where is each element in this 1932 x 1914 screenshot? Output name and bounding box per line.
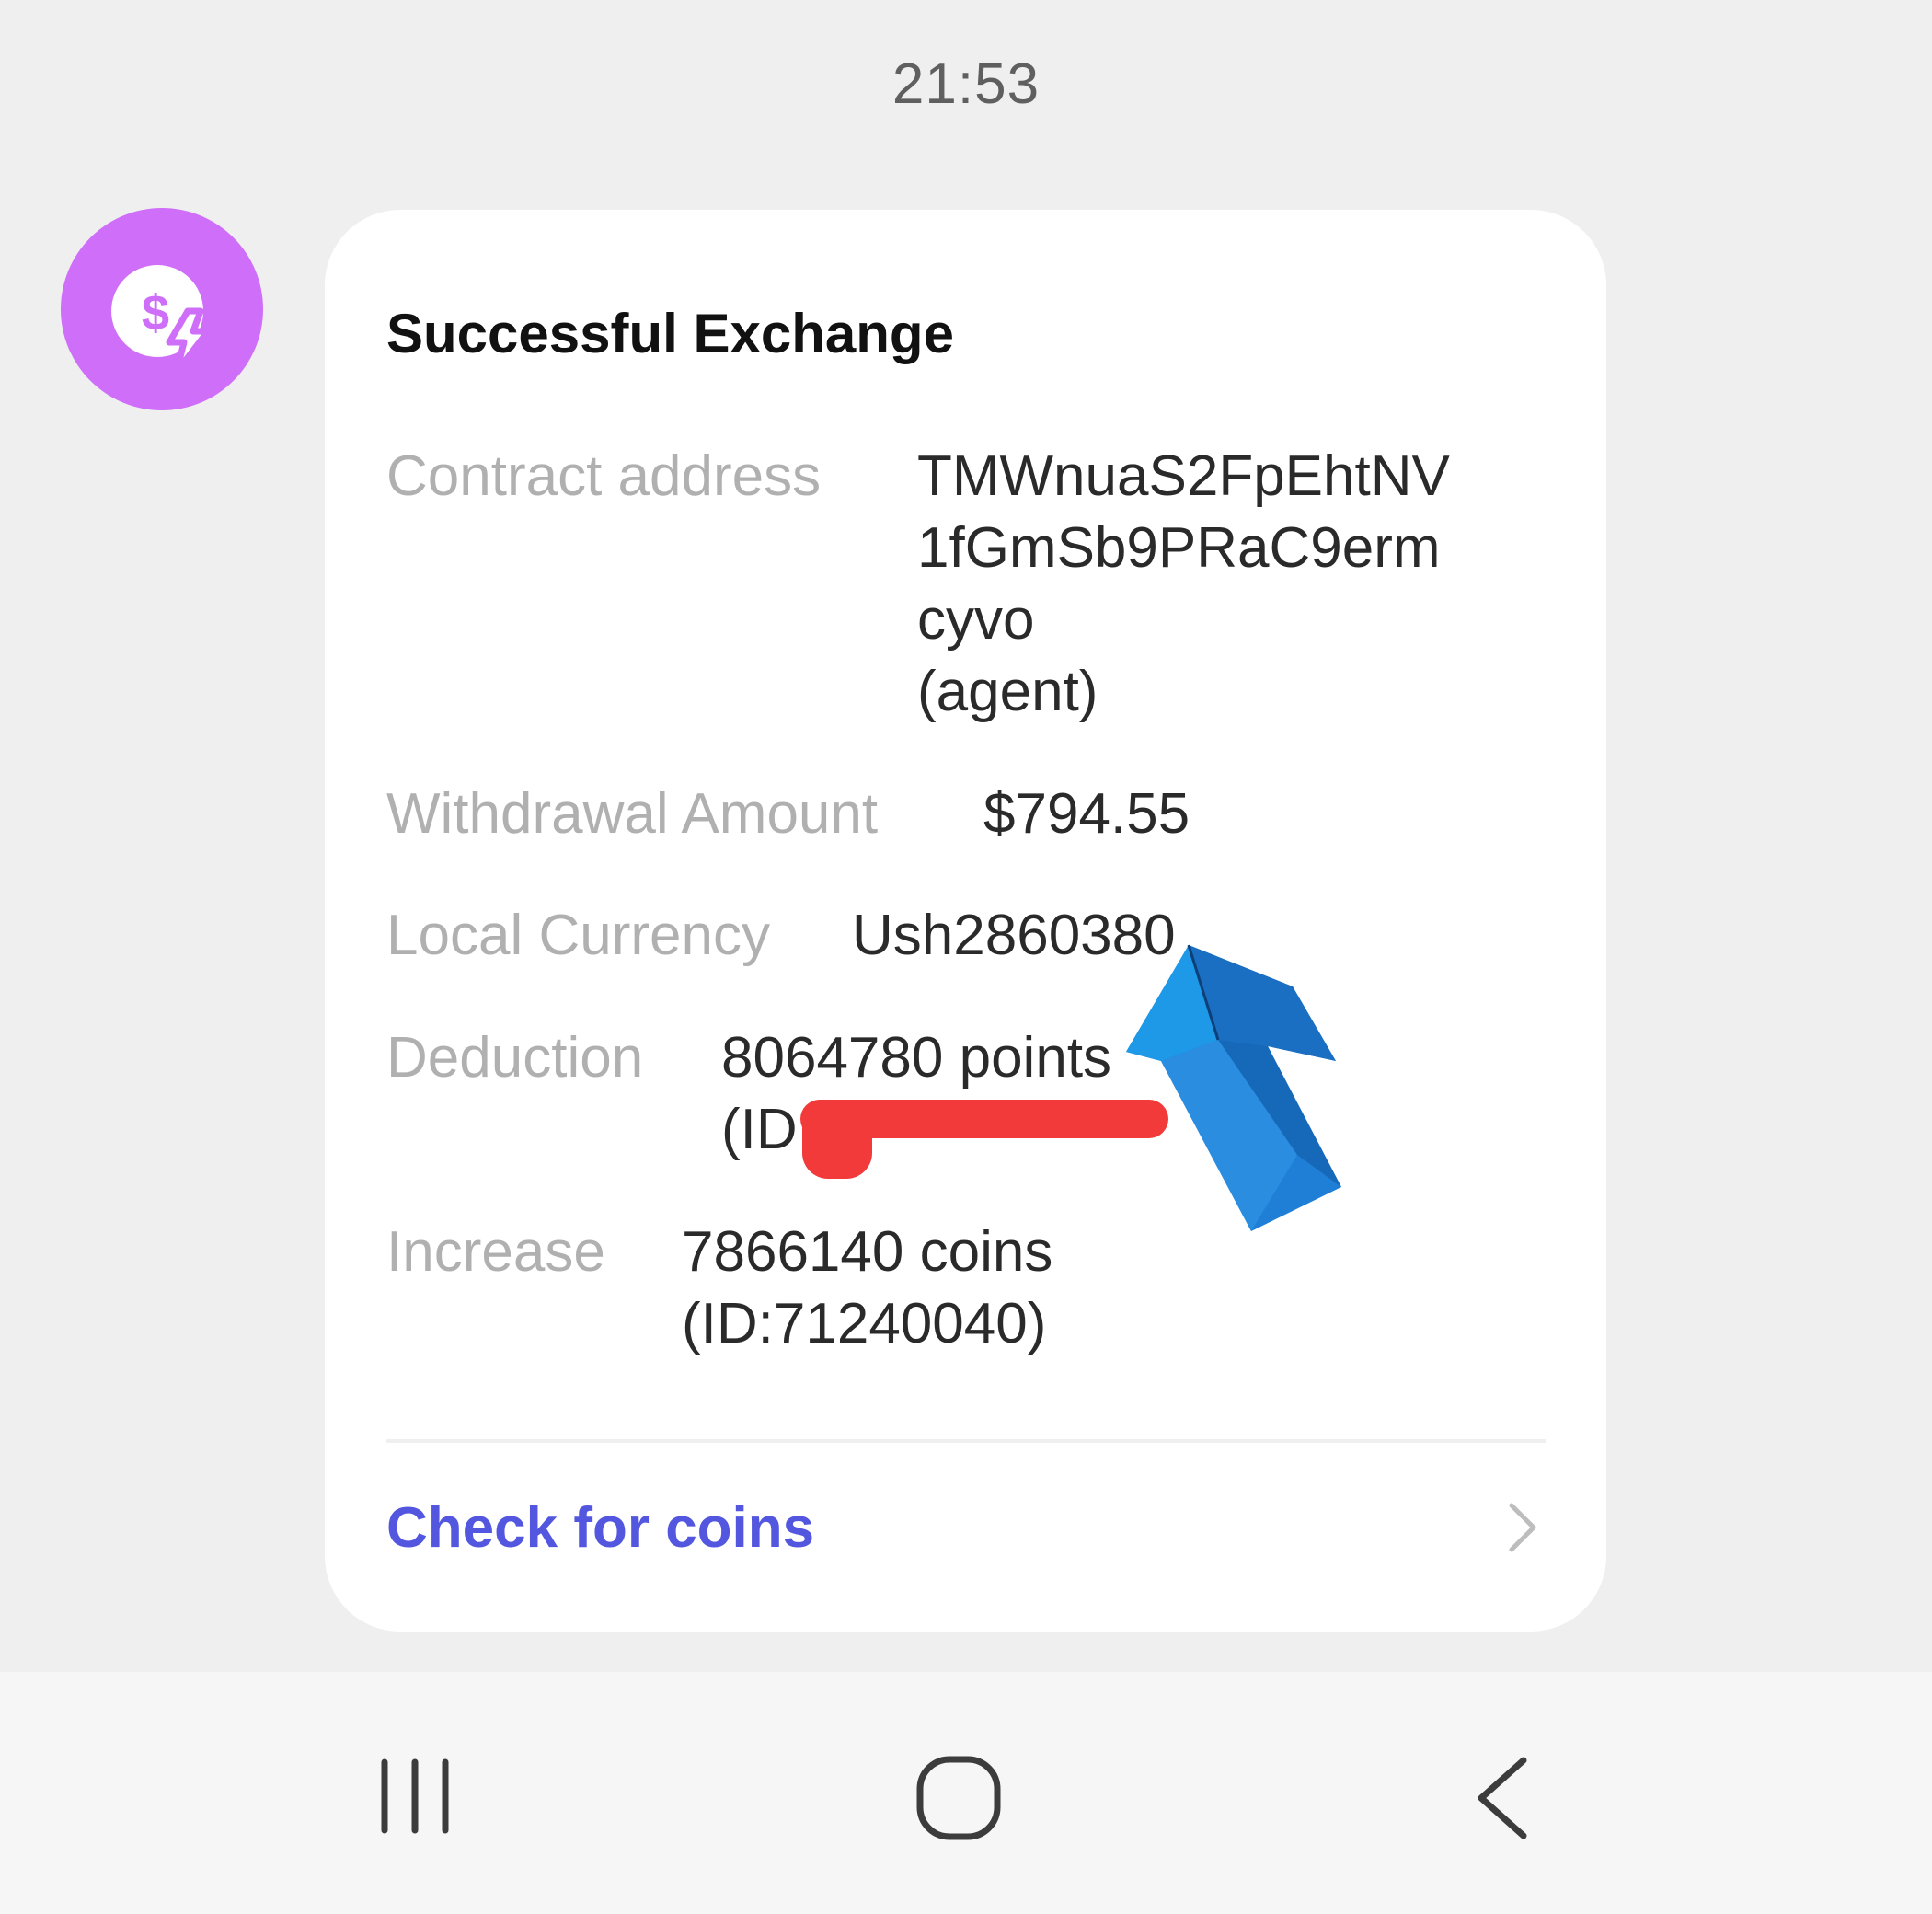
contract-address-value: TMWnuaS2FpEhtNV 1fGmSb9PRaC9erm cyvo (ag… (917, 441, 1450, 728)
card-divider (386, 1439, 1546, 1443)
dollar-lightning-icon: $ (111, 265, 212, 375)
increase-line-1: 7866140 coins (682, 1220, 1053, 1284)
status-time: 21:53 (891, 52, 1041, 116)
check-for-coins-link[interactable]: Check for coins (386, 1495, 814, 1561)
chevron-right-icon[interactable] (1504, 1500, 1541, 1555)
withdrawal-amount-label: Withdrawal Amount (386, 782, 879, 846)
back-icon[interactable] (1470, 1755, 1535, 1841)
increase-line-2: (ID:71240040) (682, 1292, 1047, 1355)
deduction-label: Deduction (386, 1026, 644, 1090)
contract-address-line-2: 1fGmSb9PRaC9erm (917, 516, 1441, 580)
contract-address-line-4: (agent) (917, 660, 1098, 723)
redaction-mark (800, 1100, 1168, 1138)
recents-icon[interactable] (374, 1755, 456, 1838)
contract-address-label: Contract address (386, 444, 822, 508)
sender-avatar[interactable]: $ (61, 208, 263, 410)
increase-value: 7866140 coins (ID:71240040) (682, 1216, 1052, 1360)
message-title: Successful Exchange (386, 303, 954, 364)
deduction-line-1: 8064780 points (721, 1026, 1112, 1090)
deduction-value: 8064780 points (ID: (721, 1022, 1111, 1166)
svg-text:$: $ (142, 285, 169, 340)
blue-arrow-icon (1126, 944, 1341, 1231)
increase-label: Increase (386, 1220, 605, 1284)
system-navigation-bar (0, 1672, 1932, 1914)
withdrawal-amount-value: $794.55 (983, 782, 1190, 846)
exchange-message-card: Successful Exchange Contract address TMW… (325, 210, 1606, 1632)
home-icon[interactable] (915, 1755, 1002, 1841)
contract-address-line-3: cyvo (917, 588, 1035, 651)
local-currency-label: Local Currency (386, 904, 770, 967)
contract-address-line-1: TMWnuaS2FpEhtNV (917, 444, 1450, 508)
